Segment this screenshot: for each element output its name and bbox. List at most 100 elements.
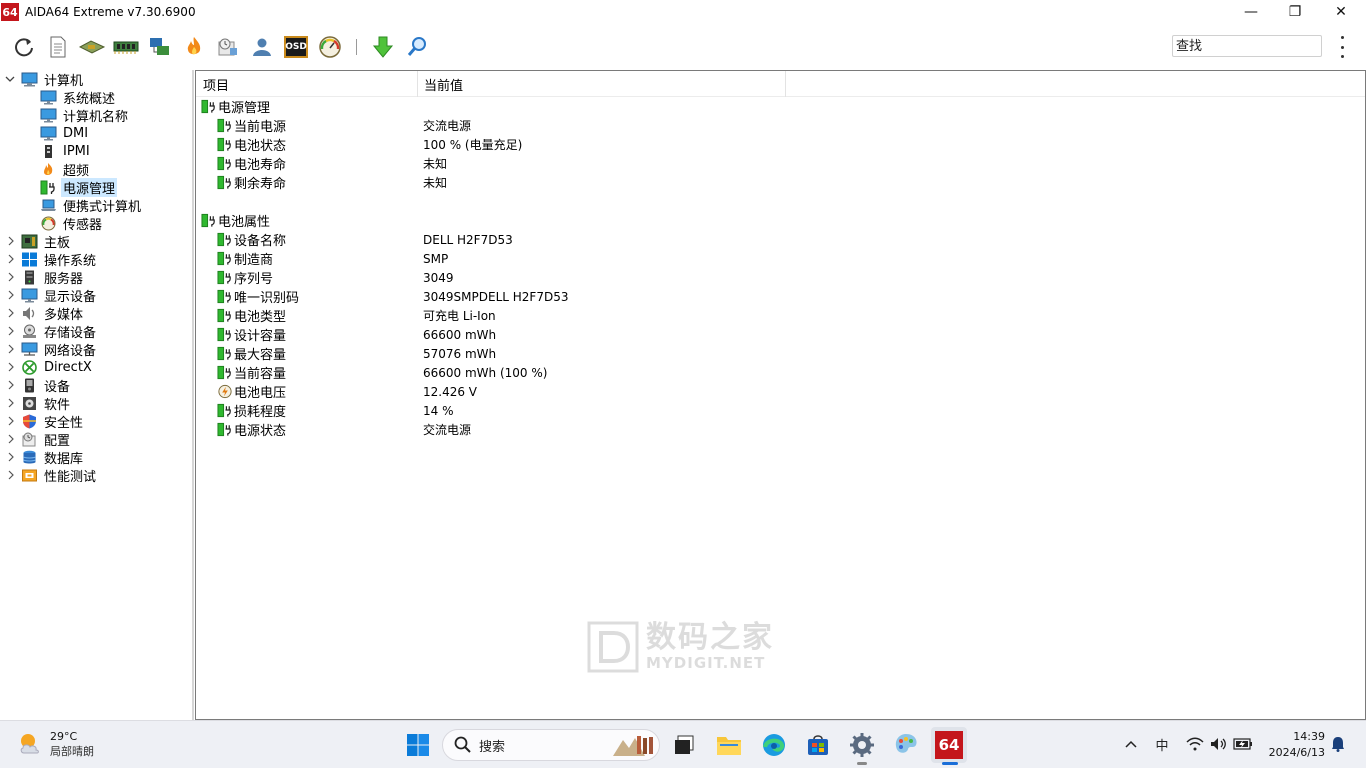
- tree-item-motherboard[interactable]: 主板: [0, 232, 192, 251]
- title-bar: 64 AIDA64 Extreme v7.30.6900 — ❐ ✕: [0, 0, 1366, 24]
- watermark: 数码之家 MYDIGIT.NET: [586, 618, 786, 676]
- tree-item-dmi[interactable]: DMI: [0, 124, 192, 142]
- tree-item-config[interactable]: 配置: [0, 430, 192, 449]
- battery-icon[interactable]: [1232, 733, 1254, 755]
- detail-row[interactable]: 序列号: [217, 268, 273, 287]
- tree-item-computer[interactable]: 计算机: [0, 70, 192, 89]
- tree-item-sensor[interactable]: 传感器: [0, 214, 192, 233]
- report-icon[interactable]: [41, 30, 75, 64]
- tree-item-security[interactable]: 安全性: [0, 412, 192, 431]
- detail-row[interactable]: 剩余寿命: [217, 173, 286, 192]
- section-title: 电源管理: [218, 101, 271, 116]
- column-item-header[interactable]: 项目: [196, 71, 418, 97]
- windows-logo-icon: [407, 734, 429, 756]
- ime-indicator[interactable]: 中: [1152, 733, 1172, 755]
- chevron-right-icon[interactable]: [6, 412, 16, 430]
- tree-item-software[interactable]: 软件: [0, 394, 192, 413]
- tree-item-system-summary[interactable]: 系统概述: [0, 88, 192, 107]
- store-button[interactable]: [802, 729, 834, 761]
- task-view-button[interactable]: [668, 729, 700, 761]
- chevron-right-icon[interactable]: [6, 268, 16, 286]
- tree-item-operating-system[interactable]: 操作系统: [0, 250, 192, 269]
- osd-label: OSD: [284, 36, 308, 58]
- gauge-icon[interactable]: [313, 30, 347, 64]
- tree-item-benchmark[interactable]: 性能测试: [0, 466, 192, 485]
- tree-item-label: 传感器: [63, 217, 103, 233]
- tree-item-computer-name[interactable]: 计算机名称: [0, 106, 192, 125]
- detail-row[interactable]: 制造商: [217, 249, 273, 268]
- detail-row[interactable]: 当前电源: [217, 116, 286, 135]
- chevron-right-icon[interactable]: [6, 250, 16, 268]
- restore-button[interactable]: ❐: [1272, 0, 1318, 24]
- chevron-right-icon[interactable]: [6, 394, 16, 412]
- detail-value: 交流电源: [423, 119, 472, 133]
- tree-item-network[interactable]: 网络设备: [0, 340, 192, 359]
- detail-row[interactable]: 唯一识别码: [217, 287, 299, 306]
- clock-time[interactable]: 14:39: [1275, 730, 1325, 743]
- chevron-right-icon[interactable]: [6, 340, 16, 358]
- tree-item-power-management[interactable]: 电源管理: [0, 177, 192, 197]
- tree-item-database[interactable]: 数据库: [0, 448, 192, 467]
- tree-item-overclock[interactable]: 超频: [0, 160, 192, 179]
- settings-running-indicator: [857, 762, 867, 765]
- motherboard-icon[interactable]: [75, 30, 109, 64]
- tree-item-ipmi[interactable]: IPMI: [0, 142, 192, 160]
- memory-icon[interactable]: [109, 30, 143, 64]
- detail-row[interactable]: 电源状态: [217, 420, 286, 439]
- search-icon[interactable]: [400, 30, 434, 64]
- tree-item-storage[interactable]: 存储设备: [0, 322, 192, 341]
- show-hidden-icons-button[interactable]: [1122, 733, 1140, 755]
- weather-widget[interactable]: 29°C 局部晴朗: [16, 729, 94, 759]
- chevron-right-icon[interactable]: [6, 322, 16, 340]
- download-icon[interactable]: [366, 30, 400, 64]
- chevron-right-icon[interactable]: [6, 232, 16, 250]
- taskbar-search[interactable]: 搜索: [442, 729, 660, 761]
- detail-row[interactable]: 设备名称: [217, 230, 286, 249]
- detail-row[interactable]: 电池寿命: [217, 154, 286, 173]
- settings-button[interactable]: [846, 729, 878, 761]
- chevron-right-icon[interactable]: [6, 358, 16, 376]
- refresh-icon[interactable]: [7, 30, 41, 64]
- paint-button[interactable]: [890, 729, 922, 761]
- tree-item-portable-computer[interactable]: 便携式计算机: [0, 196, 192, 215]
- clock-date[interactable]: 2024/6/13: [1262, 746, 1325, 759]
- close-button[interactable]: ✕: [1318, 0, 1364, 24]
- column-value-header[interactable]: 当前值: [417, 71, 786, 97]
- wifi-icon[interactable]: [1184, 733, 1206, 755]
- network-icon[interactable]: [143, 30, 177, 64]
- tree-item-directx[interactable]: DirectX: [0, 358, 192, 376]
- more-options-icon[interactable]: [1335, 36, 1349, 58]
- section-header[interactable]: 电池属性: [201, 211, 270, 230]
- edge-button[interactable]: [758, 729, 790, 761]
- chevron-down-icon[interactable]: [5, 70, 15, 88]
- chevron-right-icon[interactable]: [6, 286, 16, 304]
- osd-icon[interactable]: OSD: [279, 30, 313, 64]
- chevron-right-icon[interactable]: [6, 466, 16, 484]
- detail-row[interactable]: 电池电压: [217, 382, 286, 401]
- minimize-button[interactable]: —: [1228, 0, 1274, 24]
- tree-item-display[interactable]: 显示设备: [0, 286, 192, 305]
- tree-item-server[interactable]: 服务器: [0, 268, 192, 287]
- detail-row[interactable]: 电池状态: [217, 135, 286, 154]
- tree-item-multimedia[interactable]: 多媒体: [0, 304, 192, 323]
- detail-row[interactable]: 电池类型: [217, 306, 286, 325]
- detail-row[interactable]: 损耗程度: [217, 401, 286, 420]
- aida64-taskbar-button[interactable]: 64: [931, 727, 967, 763]
- benchmark-icon[interactable]: [211, 30, 245, 64]
- volume-icon[interactable]: [1208, 733, 1230, 755]
- file-explorer-button[interactable]: [713, 729, 745, 761]
- chevron-right-icon[interactable]: [6, 376, 16, 394]
- start-button[interactable]: [402, 729, 434, 761]
- search-input[interactable]: [1172, 35, 1322, 57]
- section-header[interactable]: 电源管理: [201, 97, 270, 116]
- chevron-right-icon[interactable]: [6, 304, 16, 322]
- chevron-right-icon[interactable]: [6, 430, 16, 448]
- detail-row[interactable]: 最大容量: [217, 344, 286, 363]
- user-icon[interactable]: [245, 30, 279, 64]
- tree-item-devices[interactable]: 设备: [0, 376, 192, 395]
- notification-bell-icon[interactable]: [1328, 733, 1348, 755]
- chevron-right-icon[interactable]: [6, 448, 16, 466]
- flame-icon[interactable]: [177, 30, 211, 64]
- detail-row[interactable]: 当前容量: [217, 363, 286, 382]
- detail-row[interactable]: 设计容量: [217, 325, 286, 344]
